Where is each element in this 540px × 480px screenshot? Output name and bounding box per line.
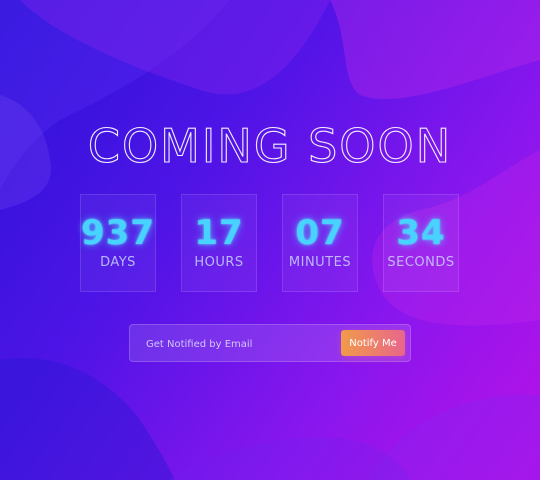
countdown-seconds: 34 SECONDS [383, 194, 459, 292]
countdown-seconds-label: SECONDS [387, 255, 455, 270]
coming-soon-page: COMING SOON 937 DAYS 17 HOURS 07 MINUTES… [0, 0, 540, 480]
countdown-hours: 17 HOURS [181, 194, 257, 292]
notify-form: Notify Me [129, 324, 411, 362]
countdown-days: 937 DAYS [80, 194, 156, 292]
countdown-hours-value: 17 [194, 213, 244, 253]
countdown-days-value: 937 [81, 213, 155, 253]
page-title-text: COMING SOON [88, 119, 452, 173]
countdown-minutes-value: 07 [295, 213, 345, 253]
notify-button[interactable]: Notify Me [341, 330, 405, 356]
countdown-hours-label: HOURS [194, 255, 244, 270]
page-title: COMING SOON [0, 104, 540, 184]
countdown-minutes-label: MINUTES [288, 255, 352, 270]
countdown-days-label: DAYS [100, 255, 136, 270]
email-input[interactable] [144, 331, 338, 357]
countdown-seconds-value: 34 [396, 213, 446, 253]
countdown-minutes: 07 MINUTES [282, 194, 358, 292]
